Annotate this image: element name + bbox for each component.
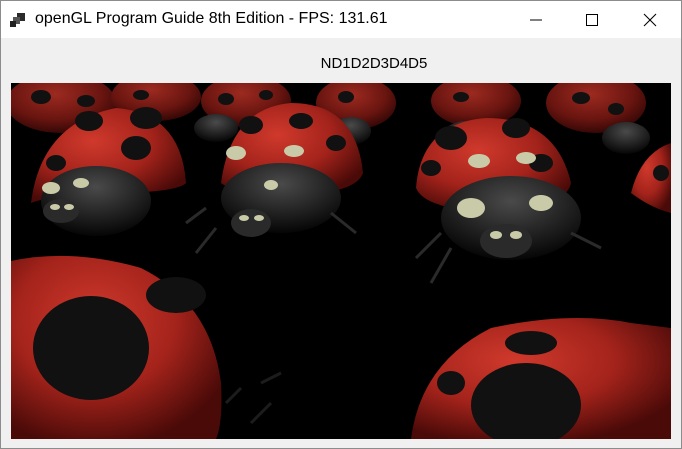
title-bar[interactable]: openGL Program Guide 8th Edition - FPS: … [1,1,681,38]
minimize-icon [530,19,542,21]
window-title: openGL Program Guide 8th Edition - FPS: … [35,10,388,27]
application-window: openGL Program Guide 8th Edition - FPS: … [0,0,682,449]
app-cubes-icon [10,12,26,28]
ladybug-legs [224,371,282,425]
ladybug-mid-right [414,118,602,284]
ladybug-scene [11,83,671,439]
status-label: ND1D2D3D4D5 [320,55,428,72]
maximize-button[interactable] [569,1,615,38]
close-button[interactable] [627,1,673,38]
maximize-icon [586,14,598,26]
ladybug-front-right [411,318,671,439]
minimize-button[interactable] [513,1,559,38]
status-bar: ND1D2D3D4D5 [1,38,681,83]
ladybug-far-6 [546,83,650,154]
close-icon [643,13,657,27]
ladybug-mid-edge [631,143,671,213]
ladybug-front-left [11,255,222,439]
opengl-viewport[interactable] [11,83,671,439]
